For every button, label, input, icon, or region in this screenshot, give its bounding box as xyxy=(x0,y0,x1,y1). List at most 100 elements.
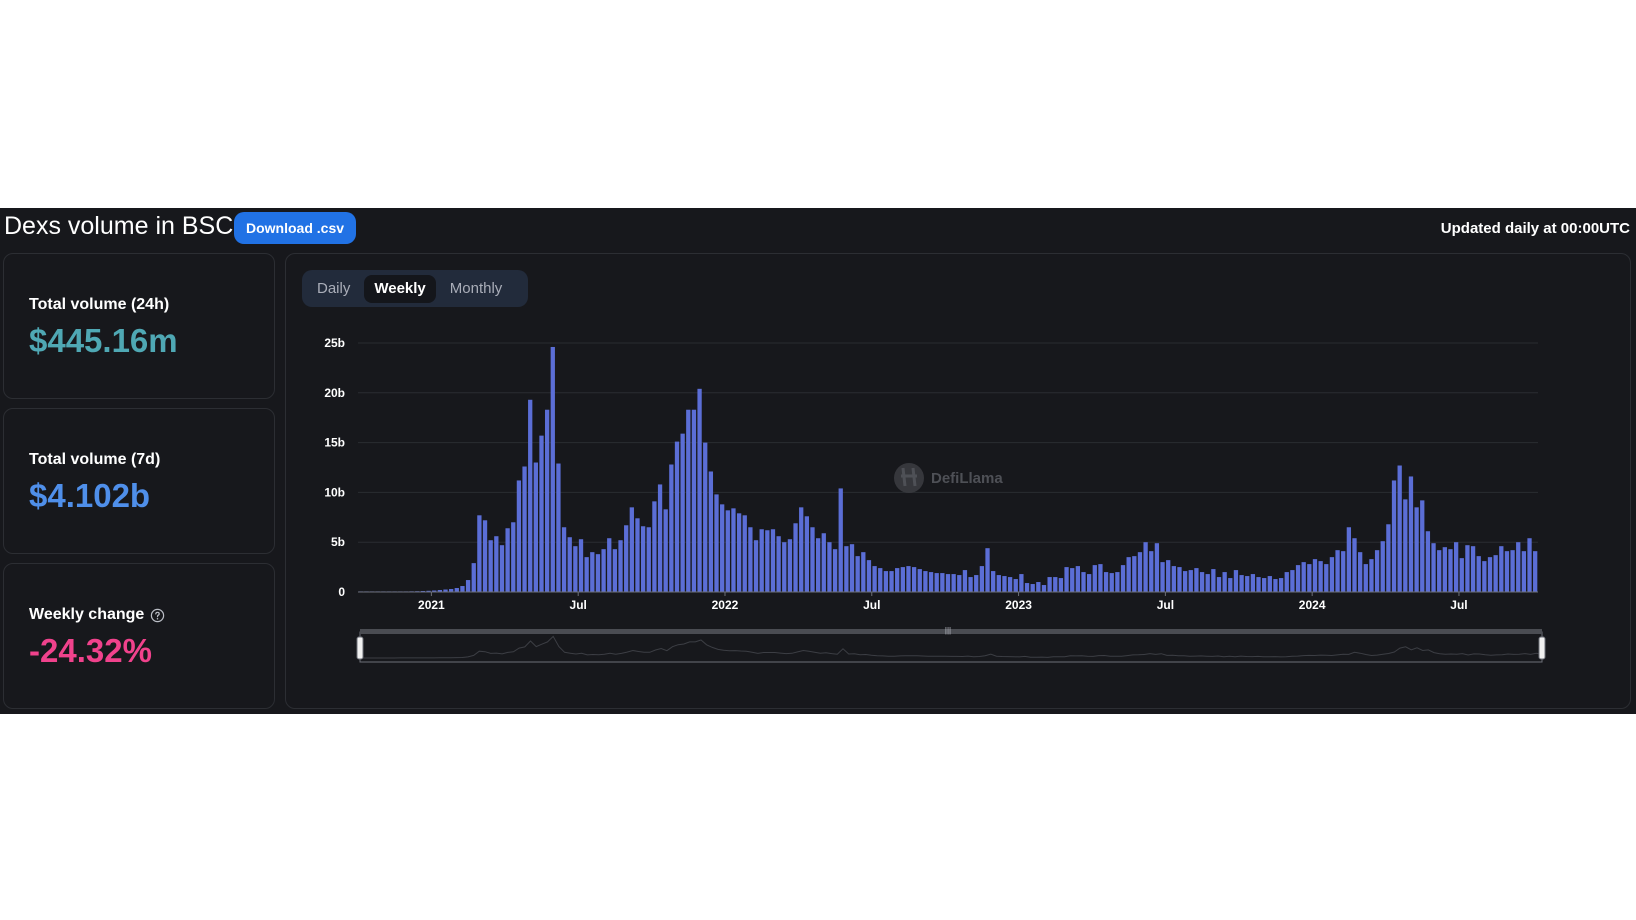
volume-bar[interactable] xyxy=(1521,551,1527,592)
volume-bar[interactable] xyxy=(1053,577,1058,592)
volume-bar[interactable] xyxy=(460,586,465,592)
volume-bar[interactable] xyxy=(1352,538,1357,592)
volume-bar[interactable] xyxy=(703,442,708,592)
volume-bar[interactable] xyxy=(1403,499,1408,592)
volume-bar[interactable] xyxy=(748,527,753,592)
volume-bar[interactable] xyxy=(1036,582,1041,592)
download-csv-button[interactable]: Download .csv xyxy=(234,212,357,244)
volume-bar[interactable] xyxy=(1284,572,1289,592)
volume-bar[interactable] xyxy=(1335,550,1340,592)
volume-bar[interactable] xyxy=(1493,555,1498,592)
volume-bar[interactable] xyxy=(1516,542,1521,592)
volume-bar[interactable] xyxy=(465,580,471,592)
volume-bar[interactable] xyxy=(1273,579,1278,592)
volume-bar[interactable] xyxy=(928,572,934,592)
volume-bar[interactable] xyxy=(488,540,493,592)
volume-bar[interactable] xyxy=(1459,558,1464,592)
volume-bar[interactable] xyxy=(1295,565,1301,592)
volume-bar[interactable] xyxy=(1132,556,1137,592)
volume-bar[interactable] xyxy=(1199,572,1205,592)
volume-bar[interactable] xyxy=(816,538,821,592)
volume-bar[interactable] xyxy=(1064,567,1069,592)
volume-bar[interactable] xyxy=(1256,577,1261,592)
volume-bar[interactable] xyxy=(1166,560,1171,592)
volume-bar[interactable] xyxy=(1137,552,1143,592)
volume-bar[interactable] xyxy=(511,522,516,592)
volume-bar[interactable] xyxy=(849,544,855,592)
volume-bar[interactable] xyxy=(516,480,522,592)
volume-bar[interactable] xyxy=(832,549,838,592)
volume-bar[interactable] xyxy=(838,488,843,592)
volume-bar[interactable] xyxy=(844,546,849,592)
volume-bar[interactable] xyxy=(646,527,651,592)
volume-bar[interactable] xyxy=(657,484,663,592)
volume-bar[interactable] xyxy=(640,526,646,592)
volume-bar[interactable] xyxy=(1194,568,1199,592)
volume-bar[interactable] xyxy=(720,504,725,592)
volume-bar[interactable] xyxy=(1470,546,1476,592)
volume-bar[interactable] xyxy=(1126,557,1131,592)
volume-bar[interactable] xyxy=(804,516,809,592)
volume-bar[interactable] xyxy=(861,552,866,592)
volume-bar[interactable] xyxy=(1228,578,1233,592)
volume-bar[interactable] xyxy=(1420,500,1425,592)
volume-bar[interactable] xyxy=(957,575,962,592)
volume-bar[interactable] xyxy=(753,540,759,592)
volume-bar[interactable] xyxy=(595,554,601,592)
volume-bar[interactable] xyxy=(725,510,730,592)
volume-bar[interactable] xyxy=(590,552,595,592)
volume-bar[interactable] xyxy=(821,533,826,592)
volume-bar[interactable] xyxy=(827,542,832,592)
zoom-slider-track[interactable] xyxy=(359,631,1543,663)
volume-bar[interactable] xyxy=(889,571,894,592)
volume-bar[interactable] xyxy=(1103,572,1109,592)
volume-bar[interactable] xyxy=(1341,551,1346,592)
volume-bar[interactable] xyxy=(782,542,787,592)
volume-bar[interactable] xyxy=(1397,465,1402,592)
volume-bar[interactable] xyxy=(1239,575,1244,592)
volume-bar[interactable] xyxy=(1533,551,1538,592)
volume-bar[interactable] xyxy=(1070,568,1075,592)
volume-bar[interactable] xyxy=(759,529,764,592)
volume-bar[interactable] xyxy=(691,409,697,592)
volume-bar[interactable] xyxy=(1115,572,1120,592)
volume-bar[interactable] xyxy=(883,571,889,592)
volume-bar[interactable] xyxy=(1369,559,1374,592)
volume-bar[interactable] xyxy=(1267,576,1272,592)
volume-bar[interactable] xyxy=(1030,584,1035,592)
volume-bar[interactable] xyxy=(1245,576,1250,592)
volume-bar[interactable] xyxy=(787,539,793,592)
volume-bar[interactable] xyxy=(736,513,742,592)
volume-bar[interactable] xyxy=(708,471,714,592)
volume-bar[interactable] xyxy=(799,507,804,592)
volume-bar[interactable] xyxy=(962,570,968,592)
volume-bar[interactable] xyxy=(1510,550,1515,592)
volume-bar[interactable] xyxy=(996,575,1001,592)
volume-bar[interactable] xyxy=(1007,577,1013,592)
volume-bar[interactable] xyxy=(951,574,956,592)
volume-bar[interactable] xyxy=(1160,562,1165,592)
volume-bar[interactable] xyxy=(1290,570,1295,592)
volume-bar[interactable] xyxy=(482,520,488,592)
help-circle-icon[interactable] xyxy=(150,608,165,623)
volume-bar[interactable] xyxy=(584,557,589,592)
volume-bar[interactable] xyxy=(1092,565,1097,592)
volume-bar[interactable] xyxy=(1386,524,1391,592)
volume-bar[interactable] xyxy=(1476,556,1481,592)
volume-bar[interactable] xyxy=(1081,572,1086,592)
volume-bar[interactable] xyxy=(1149,551,1154,592)
volume-bar[interactable] xyxy=(686,409,691,592)
volume-bar[interactable] xyxy=(1262,578,1267,592)
volume-bar[interactable] xyxy=(1346,527,1352,592)
volume-bar[interactable] xyxy=(454,588,459,592)
volume-bar[interactable] xyxy=(985,548,990,592)
volume-bar[interactable] xyxy=(1047,577,1052,592)
volume-bar[interactable] xyxy=(1098,564,1103,592)
zoom-handle-right[interactable] xyxy=(1538,636,1546,660)
volume-bar[interactable] xyxy=(906,566,911,592)
volume-bar[interactable] xyxy=(528,399,533,592)
volume-bar[interactable] xyxy=(917,569,922,592)
volume-bar[interactable] xyxy=(674,441,680,592)
volume-bar[interactable] xyxy=(1487,557,1493,592)
volume-bar[interactable] xyxy=(979,566,985,592)
